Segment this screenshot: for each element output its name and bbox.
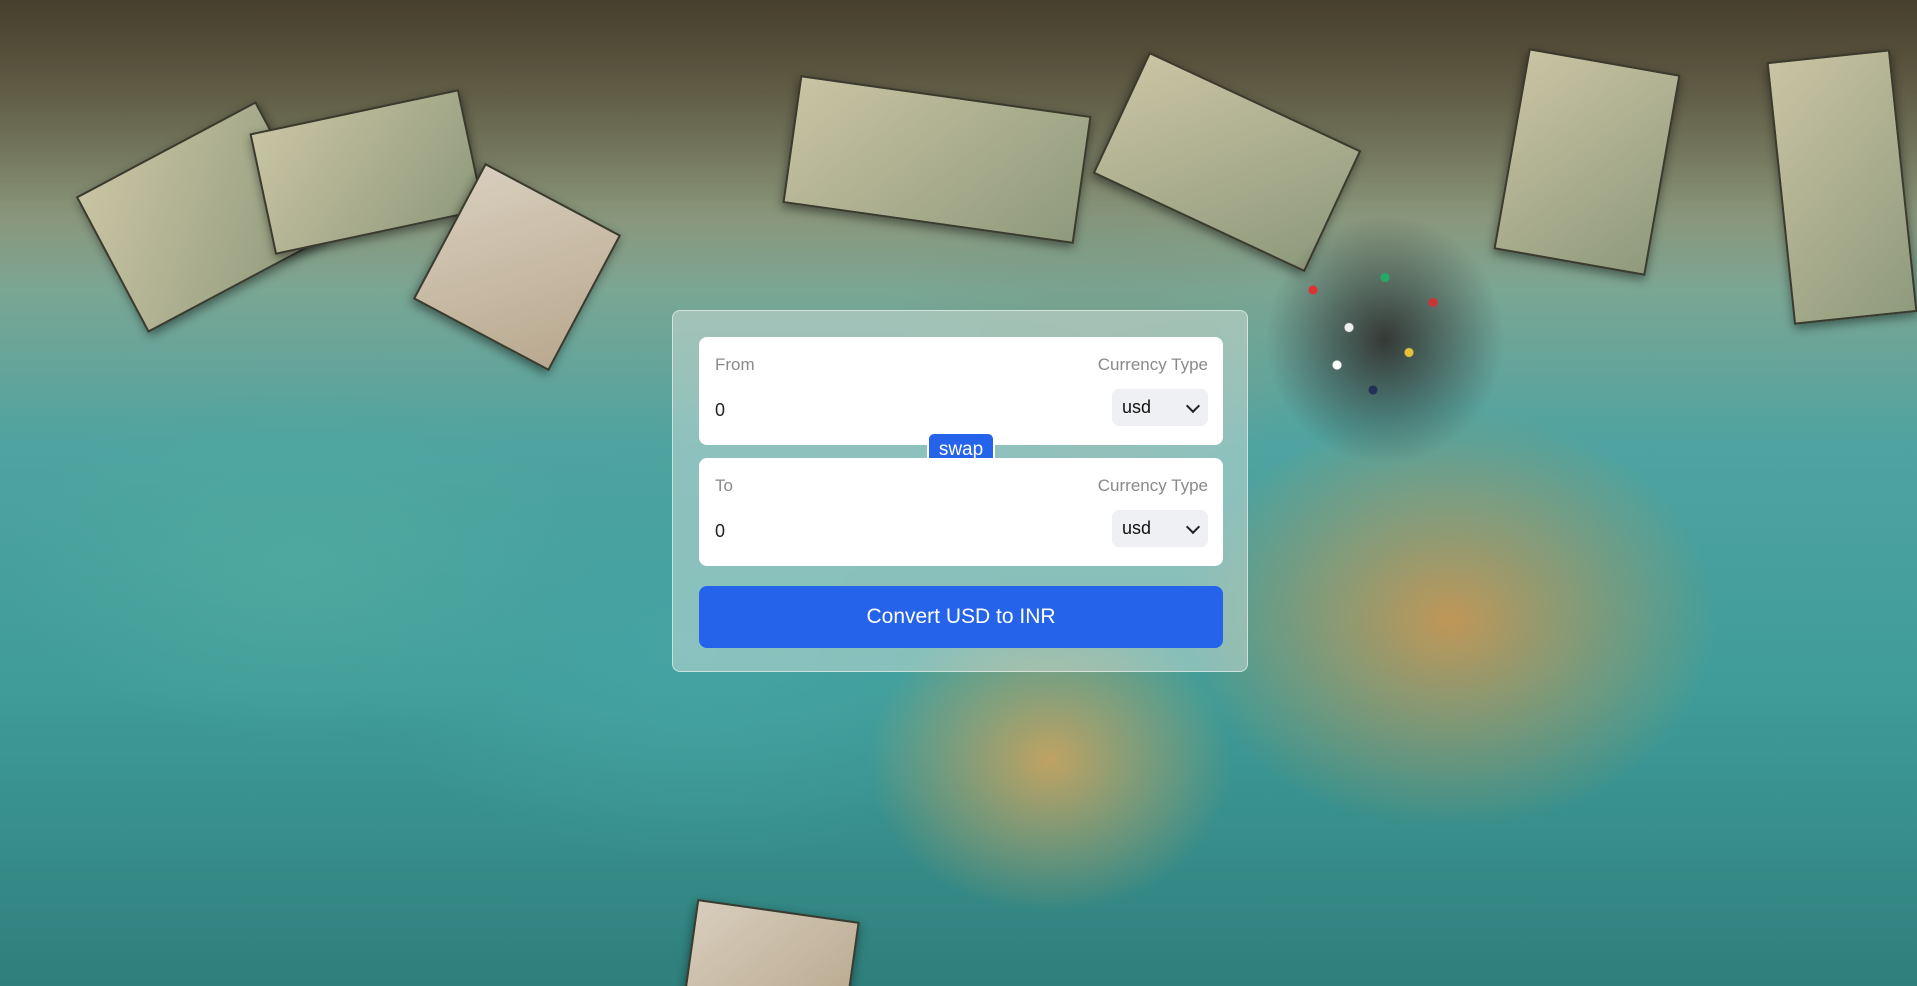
to-currency-type-label: Currency Type <box>1097 476 1208 495</box>
banknote-image <box>684 899 860 986</box>
to-currency-value: usd <box>1122 518 1152 538</box>
convert-button[interactable]: Convert USD to INR <box>699 586 1223 648</box>
from-panel: From Currency Type usd <box>699 337 1223 445</box>
to-panel: To Currency Type usd <box>699 458 1223 566</box>
from-label: From <box>715 355 755 374</box>
to-amount-input[interactable] <box>715 516 1075 546</box>
currency-converter-card: From Currency Type usd swap To Currency … <box>672 310 1248 672</box>
from-currency-select[interactable]: usd <box>1112 389 1208 426</box>
chevron-down-icon <box>1185 519 1201 535</box>
from-currency-value: usd <box>1122 397 1152 417</box>
from-currency-type-label: Currency Type <box>1097 355 1208 374</box>
to-label: To <box>715 476 733 495</box>
from-amount-input[interactable] <box>715 395 1075 425</box>
chevron-down-icon <box>1185 398 1201 414</box>
push-pins-cluster <box>1265 215 1505 465</box>
to-currency-select[interactable]: usd <box>1112 510 1208 547</box>
